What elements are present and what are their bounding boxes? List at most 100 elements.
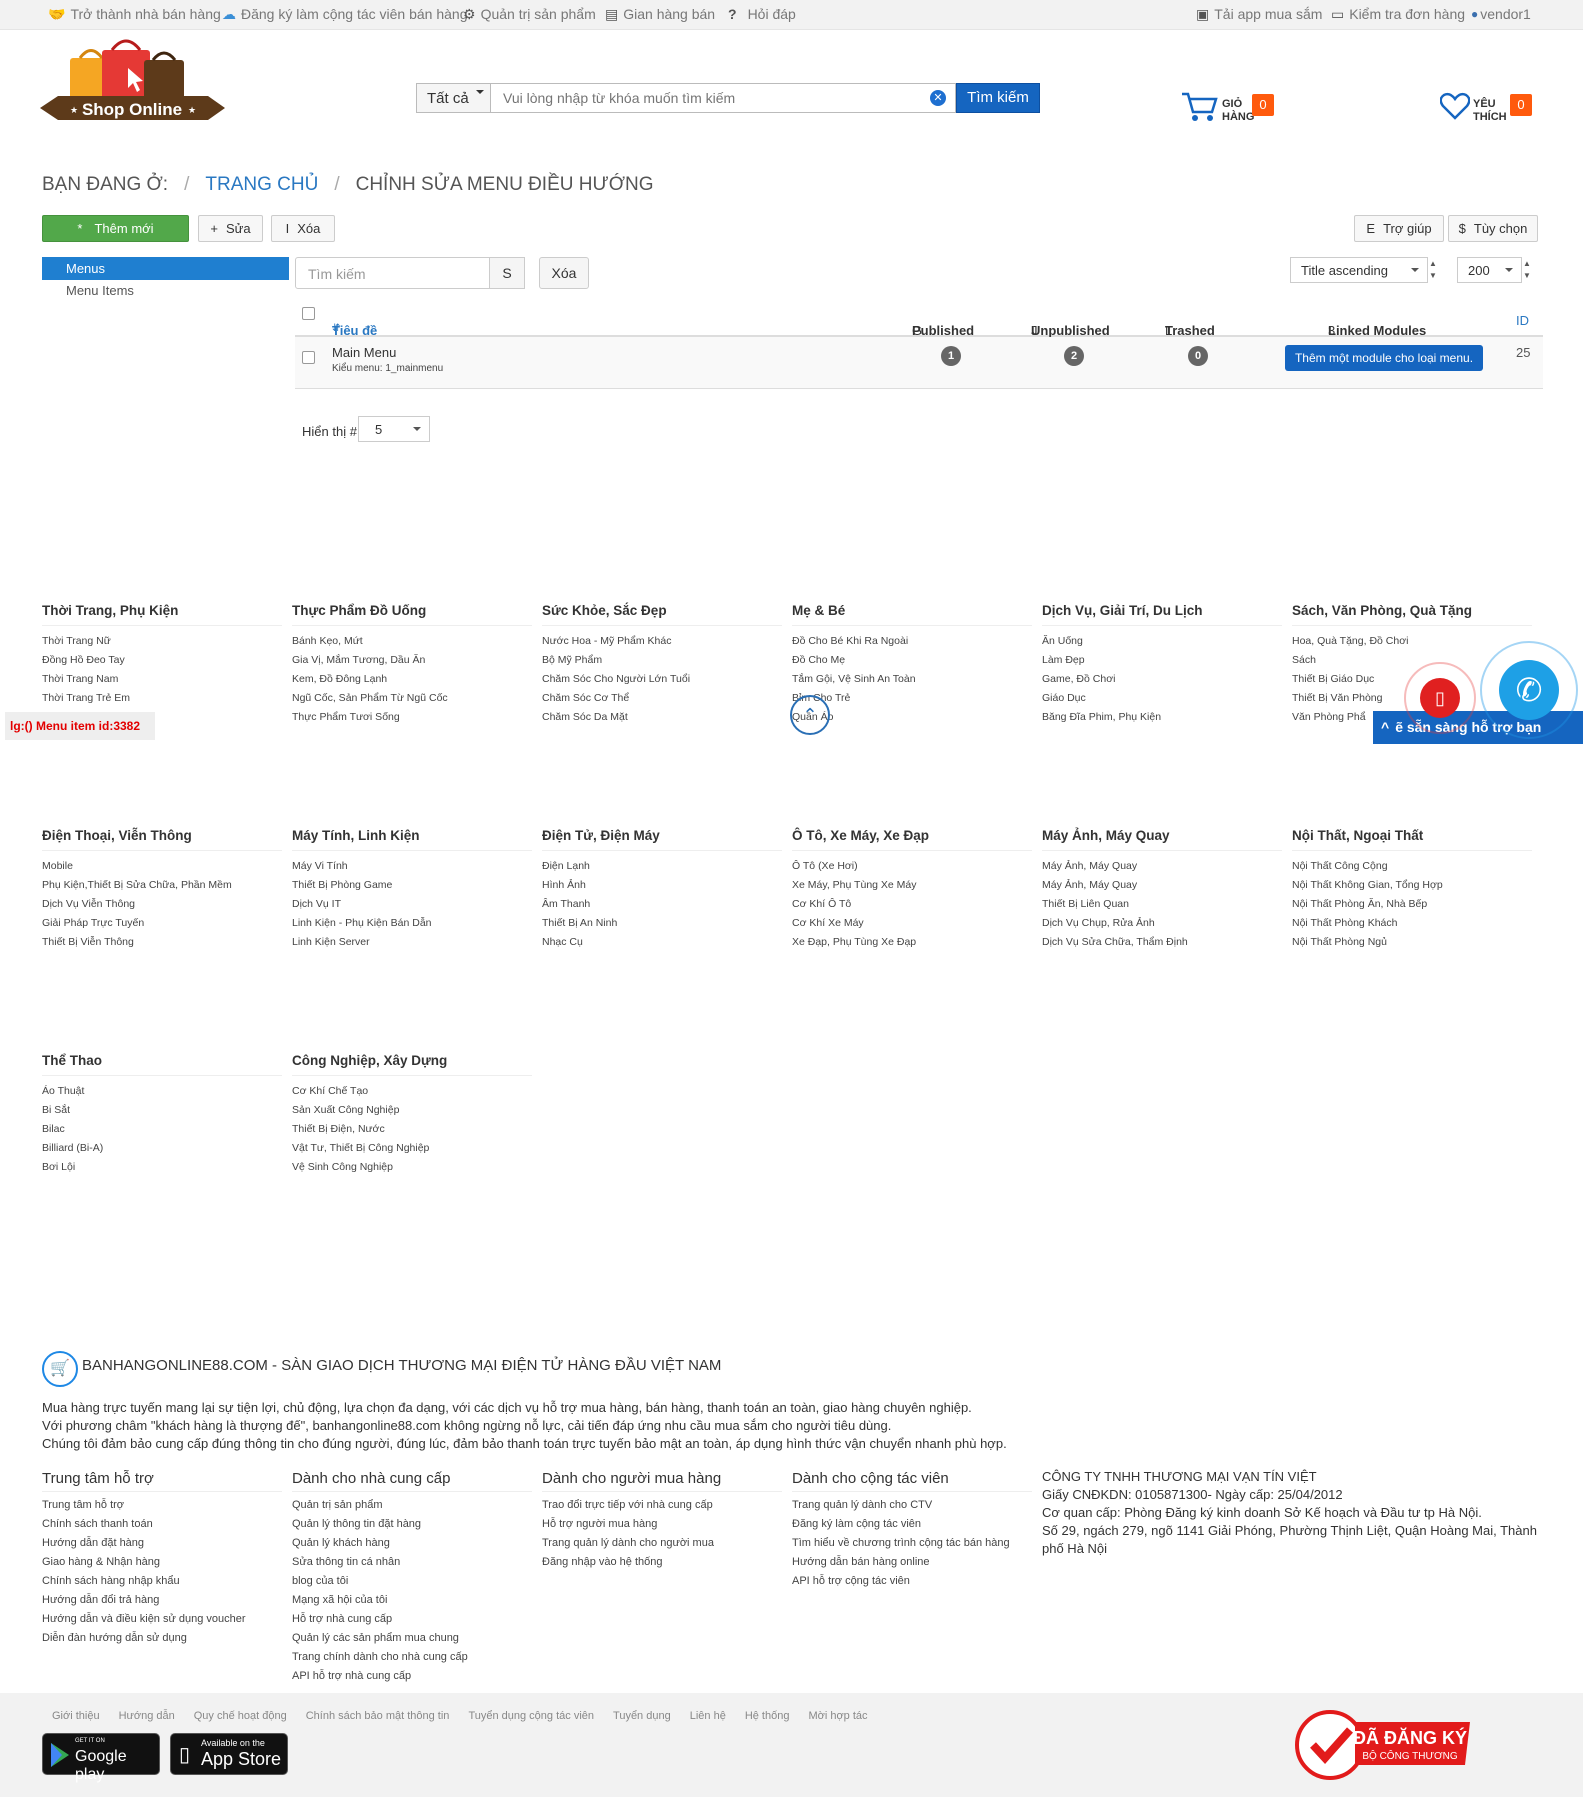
category-link[interactable]: Vật Tư, Thiết Bị Công Nghiệp bbox=[292, 1139, 532, 1158]
product-admin-link[interactable]: ⚙ Quản trị sản phẩm bbox=[463, 6, 596, 22]
footer-link[interactable]: Trang quản lý dành cho người mua bbox=[542, 1534, 782, 1553]
category-link[interactable]: Bilac bbox=[42, 1120, 282, 1139]
unpublished-count[interactable]: 2 bbox=[1064, 346, 1084, 366]
category-link[interactable]: Bơi Lội bbox=[42, 1158, 282, 1177]
search-input[interactable] bbox=[491, 83, 956, 113]
options-button[interactable]: $ Tùy chọn bbox=[1448, 215, 1538, 242]
trashed-count[interactable]: 0 bbox=[1188, 346, 1208, 366]
category-link[interactable]: Cơ Khí Chế Tạo bbox=[292, 1082, 532, 1101]
footer-link[interactable]: Giao hàng & Nhận hàng bbox=[42, 1553, 282, 1572]
footer-link[interactable]: API hỗ trợ nhà cung cấp bbox=[292, 1667, 532, 1686]
category-link[interactable]: Chăm Sóc Cơ Thể bbox=[542, 689, 782, 708]
footer-link[interactable]: Trang chính dành cho nhà cung cấp bbox=[292, 1648, 532, 1667]
favorites-button[interactable]: YÊU THÍCH 0 bbox=[1440, 78, 1560, 128]
footer-link[interactable]: Hướng dẫn bán hàng online bbox=[792, 1553, 1032, 1572]
category-link[interactable]: Đồ Cho Mẹ bbox=[792, 651, 1032, 670]
category-link[interactable]: Dịch Vụ Sửa Chữa, Thẩm Định bbox=[1042, 933, 1282, 952]
category-link[interactable]: Nội Thất Không Gian, Tổng Hợp bbox=[1292, 876, 1532, 895]
search-category-select[interactable]: Tất cả bbox=[416, 83, 491, 113]
category-link[interactable]: Nội Thất Phòng Ngủ bbox=[1292, 933, 1532, 952]
live-chat-button[interactable]: ▯ bbox=[1404, 662, 1476, 734]
faq-link[interactable]: ? Hỏi đáp bbox=[728, 6, 796, 22]
footer-link[interactable]: Quản lý khách hàng bbox=[292, 1534, 532, 1553]
category-link[interactable]: Linh Kiện - Phụ Kiện Bán Dẫn bbox=[292, 914, 532, 933]
footer-link[interactable]: Hỗ trợ người mua hàng bbox=[542, 1515, 782, 1534]
category-link[interactable]: Kem, Đồ Đông Lạnh bbox=[292, 670, 532, 689]
category-link[interactable]: Gia Vị, Mắm Tương, Dầu Ăn bbox=[292, 651, 532, 670]
bottom-link[interactable]: Tuyển dụng cộng tác viên bbox=[468, 1710, 594, 1722]
category-link[interactable]: Bi Sắt bbox=[42, 1101, 282, 1120]
shop-online-logo[interactable]: Shop Online ★ ★ bbox=[40, 38, 225, 138]
category-link[interactable]: Máy Vi Tính bbox=[292, 857, 532, 876]
footer-link[interactable]: Quản lý các sản phẩm mua chung bbox=[292, 1629, 532, 1648]
filter-search-input[interactable]: Tìm kiếm bbox=[295, 257, 490, 289]
category-link[interactable]: Thiết Bị Liên Quan bbox=[1042, 895, 1282, 914]
category-link[interactable]: Áo Thuật bbox=[42, 1082, 282, 1101]
category-link[interactable]: Thời Trang Trẻ Em bbox=[42, 689, 282, 708]
footer-link[interactable]: Hướng dẫn và điều kiện sử dụng voucher bbox=[42, 1610, 282, 1629]
category-link[interactable]: Phụ Kiện,Thiết Bị Sửa Chữa, Phần Mềm bbox=[42, 876, 282, 895]
page-limit-select[interactable]: 5 bbox=[358, 416, 430, 442]
category-link[interactable]: Đồ Cho Bé Khi Ra Ngoài bbox=[792, 632, 1032, 651]
google-play-button[interactable]: GET IT ON Google play bbox=[42, 1733, 160, 1783]
category-link[interactable]: Xe Đạp, Phụ Tùng Xe Đạp bbox=[792, 933, 1032, 952]
category-link[interactable]: Bỉm Cho Trẻ bbox=[792, 689, 1032, 708]
footer-link[interactable]: blog của tôi bbox=[292, 1572, 532, 1591]
help-button[interactable]: E Trợ giúp bbox=[1354, 215, 1444, 242]
category-link[interactable]: Billiard (Bi-A) bbox=[42, 1139, 282, 1158]
bottom-link[interactable]: Mời hợp tác bbox=[808, 1710, 867, 1722]
category-link[interactable]: Thiết Bị Viễn Thông bbox=[42, 933, 282, 952]
category-link[interactable]: Dịch Vụ Chụp, Rửa Ảnh bbox=[1042, 914, 1282, 933]
category-link[interactable]: Hoa, Quà Tặng, Đồ Chơi bbox=[1292, 632, 1532, 651]
footer-link[interactable]: Quản trị sản phẩm bbox=[292, 1496, 532, 1515]
filter-search-button[interactable]: S bbox=[489, 257, 525, 289]
bottom-link[interactable]: Hướng dẫn bbox=[119, 1710, 175, 1722]
edit-button[interactable]: + Sửa bbox=[198, 215, 263, 242]
category-title[interactable]: Công Nghiệp, Xây Dựng bbox=[292, 1053, 532, 1076]
bottom-link[interactable]: Chính sách bảo mật thông tin bbox=[306, 1710, 450, 1722]
category-link[interactable]: Âm Thanh bbox=[542, 895, 782, 914]
category-link[interactable]: Máy Ảnh, Máy Quay bbox=[1042, 876, 1282, 895]
category-link[interactable]: Mobile bbox=[42, 857, 282, 876]
category-link[interactable]: Làm Đẹp bbox=[1042, 651, 1282, 670]
category-title[interactable]: Điện Tử, Điện Máy bbox=[542, 828, 782, 851]
footer-link[interactable]: Chính sách thanh toán bbox=[42, 1515, 282, 1534]
call-button[interactable]: ✆ bbox=[1480, 641, 1578, 739]
scroll-top-icon[interactable]: ⌃ bbox=[790, 695, 830, 735]
bottom-link[interactable]: Hệ thống bbox=[745, 1710, 790, 1722]
footer-link[interactable]: Sửa thông tin cá nhân bbox=[292, 1553, 532, 1572]
category-title[interactable]: Dịch Vụ, Giải Trí, Du Lịch bbox=[1042, 603, 1282, 626]
footer-link[interactable]: Mạng xã hội của tôi bbox=[292, 1591, 532, 1610]
category-link[interactable]: Đồng Hồ Đeo Tay bbox=[42, 651, 282, 670]
app-store-button[interactable]: ▯ Available on the App Store bbox=[170, 1733, 288, 1775]
category-link[interactable]: Bộ Mỹ Phẩm bbox=[542, 651, 782, 670]
category-link[interactable]: Game, Đồ Chơi bbox=[1042, 670, 1282, 689]
bo-cong-thuong-badge[interactable]: ĐÃ ĐĂNG KÝ BỘ CÔNG THƯƠNG bbox=[1295, 1710, 1475, 1780]
category-link[interactable]: Băng Đĩa Phim, Phụ Kiện bbox=[1042, 708, 1282, 727]
category-link[interactable]: Thiết Bị Phòng Game bbox=[292, 876, 532, 895]
sidebar-item-menu-items[interactable]: Menu Items bbox=[42, 280, 289, 302]
category-link[interactable]: Thời Trang Nam bbox=[42, 670, 282, 689]
category-link[interactable]: Sản Xuất Công Nghiệp bbox=[292, 1101, 532, 1120]
filter-clear-button[interactable]: Xóa bbox=[539, 257, 589, 289]
search-button[interactable]: Tìm kiếm bbox=[956, 83, 1040, 113]
category-title[interactable]: Điện Thoại, Viễn Thông bbox=[42, 828, 282, 851]
cart-button[interactable]: GIỎ HÀNG 0 bbox=[1180, 78, 1300, 128]
category-title[interactable]: Thực Phẩm Đồ Uống bbox=[292, 603, 532, 626]
user-account-link[interactable]: ● vendor1 bbox=[1471, 6, 1531, 22]
category-link[interactable]: Bánh Kẹo, Mứt bbox=[292, 632, 532, 651]
row-checkbox[interactable] bbox=[302, 351, 315, 364]
breadcrumb-home-link[interactable]: TRANG CHỦ bbox=[205, 174, 318, 195]
footer-link[interactable]: Tìm hiểu về chương trình cộng tác bán hà… bbox=[792, 1534, 1032, 1553]
download-app-link[interactable]: ▣ Tải app mua sắm bbox=[1196, 6, 1322, 22]
category-title[interactable]: Mẹ & Bé bbox=[792, 603, 1032, 626]
category-link[interactable]: Nội Thất Phòng Khách bbox=[1292, 914, 1532, 933]
category-link[interactable]: Xe Máy, Phụ Tùng Xe Máy bbox=[792, 876, 1032, 895]
footer-link[interactable]: Trung tâm hỗ trợ bbox=[42, 1496, 282, 1515]
category-link[interactable]: Vệ Sinh Công Nghiệp bbox=[292, 1158, 532, 1177]
footer-link[interactable]: Hướng dẫn đổi trả hàng bbox=[42, 1591, 282, 1610]
category-link[interactable]: Cơ Khí Xe Máy bbox=[792, 914, 1032, 933]
category-link[interactable]: Thực Phẩm Tươi Sống bbox=[292, 708, 532, 727]
category-title[interactable]: Sách, Văn Phòng, Quà Tặng bbox=[1292, 603, 1532, 626]
footer-link[interactable]: Chính sách hàng nhập khẩu bbox=[42, 1572, 282, 1591]
